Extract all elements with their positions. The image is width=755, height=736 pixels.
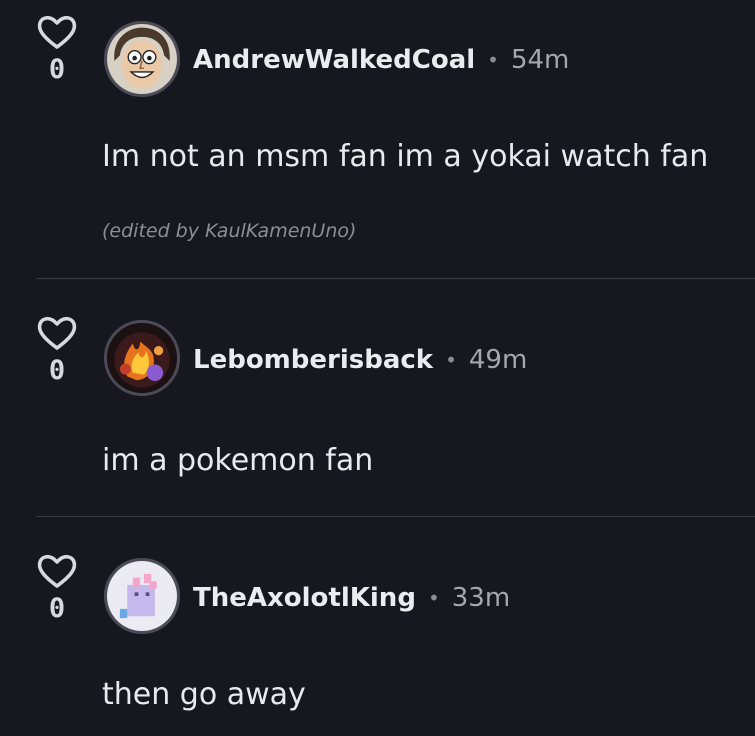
axolotl-avatar-icon — [107, 561, 177, 631]
timestamp[interactable]: 54m — [511, 45, 569, 75]
like-count: 0 — [48, 54, 66, 85]
heart-icon[interactable] — [36, 553, 78, 589]
comment-text: then go away — [102, 677, 306, 712]
comment-item: 0 Lebomberisback • 49m im a pokemon fan — [0, 279, 755, 516]
comment-text: Im not an msm fan im a yokai watch fan — [102, 139, 709, 174]
heart-icon[interactable] — [36, 315, 78, 351]
like-count: 0 — [48, 355, 66, 386]
timestamp[interactable]: 33m — [452, 583, 510, 613]
like-count: 0 — [48, 593, 66, 624]
comment-text: im a pokemon fan — [102, 443, 374, 478]
separator-dot: • — [445, 348, 457, 372]
username-link[interactable]: AndrewWalkedCoal — [193, 45, 475, 75]
separator-dot: • — [487, 48, 499, 72]
comment-header: Lebomberisback • 49m — [193, 340, 527, 380]
cartoon-face-avatar-icon — [107, 24, 177, 94]
username-link[interactable]: Lebomberisback — [193, 345, 433, 375]
username-link[interactable]: TheAxolotlKing — [193, 583, 416, 613]
fire-creature-avatar-icon — [107, 323, 177, 393]
like-control: 0 — [36, 553, 78, 622]
comment-thread: 0 AndrewWalkedCoal • 54m Im not an msm f… — [0, 0, 755, 736]
edited-note: (edited by KaulKamenUno) — [102, 220, 357, 242]
heart-icon[interactable] — [36, 14, 78, 50]
comment-header: TheAxolotlKing • 33m — [193, 578, 510, 618]
comment-item: 0 TheAxolotlKing • 33m then go away — [0, 517, 755, 736]
like-control: 0 — [36, 14, 78, 83]
avatar[interactable] — [104, 21, 180, 97]
comment-header: AndrewWalkedCoal • 54m — [193, 40, 569, 80]
comment-item: 0 AndrewWalkedCoal • 54m Im not an msm f… — [0, 0, 755, 278]
timestamp[interactable]: 49m — [469, 345, 527, 375]
like-control: 0 — [36, 315, 78, 384]
separator-dot: • — [427, 586, 440, 610]
avatar[interactable] — [104, 558, 180, 634]
avatar[interactable] — [104, 320, 180, 396]
